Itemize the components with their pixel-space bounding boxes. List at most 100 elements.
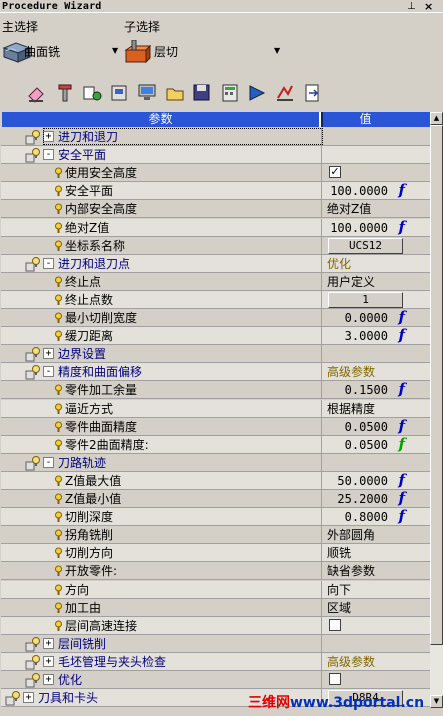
group-row[interactable]: - 安全平面 bbox=[1, 146, 430, 165]
text-value[interactable]: 用户定义 bbox=[327, 274, 375, 290]
formula-icon[interactable]: f bbox=[399, 381, 405, 398]
text-value[interactable]: 向下 bbox=[327, 582, 351, 598]
numeric-value[interactable]: 50.0000 bbox=[337, 473, 388, 489]
param-row[interactable]: 缓刀距离 3.0000 f bbox=[1, 327, 430, 346]
numeric-value[interactable]: 0.1500 bbox=[345, 382, 388, 398]
numeric-value[interactable]: 0.0500 bbox=[345, 419, 388, 435]
text-value[interactable]: 根据精度 bbox=[327, 401, 375, 417]
verify-icon[interactable] bbox=[274, 82, 296, 104]
formula-icon[interactable]: f bbox=[399, 182, 405, 199]
save-icon[interactable] bbox=[191, 82, 213, 104]
close-icon[interactable]: × bbox=[424, 0, 433, 13]
param-row[interactable]: Z值最小值 25.2000 f bbox=[1, 490, 430, 508]
numeric-value[interactable]: 0.0500 bbox=[345, 437, 388, 453]
numeric-value[interactable]: 0.0000 bbox=[345, 310, 388, 326]
param-row[interactable]: 坐标系名称 UCS12 bbox=[1, 236, 430, 255]
param-row[interactable]: 拐角铣削 外部圆角 bbox=[1, 526, 430, 545]
text-value[interactable]: 绝对Z值 bbox=[327, 201, 371, 217]
collapse-icon[interactable]: - bbox=[43, 456, 54, 468]
simulate-icon[interactable] bbox=[246, 82, 268, 104]
group-row[interactable]: + 层间铣削 bbox=[1, 634, 430, 653]
value-button[interactable]: UCS12 bbox=[328, 237, 403, 254]
formula-icon[interactable]: f bbox=[399, 218, 405, 236]
expand-icon[interactable]: + bbox=[43, 348, 54, 360]
numeric-value[interactable]: 0.8000 bbox=[345, 509, 388, 525]
group-row[interactable]: - 进刀和退刀点 优化 bbox=[1, 254, 430, 273]
group-row[interactable]: - 精度和曲面偏移 高级参数 bbox=[1, 363, 430, 382]
text-value[interactable]: 顺铣 bbox=[327, 545, 351, 561]
text-value[interactable]: 缺省参数 bbox=[327, 563, 375, 579]
value-button[interactable]: 1 bbox=[328, 291, 403, 308]
expand-icon[interactable]: + bbox=[43, 131, 54, 142]
scroll-up-icon[interactable]: ▲ bbox=[430, 112, 443, 125]
checkbox[interactable] bbox=[329, 673, 341, 685]
tool-icon[interactable] bbox=[54, 82, 76, 104]
expand-icon[interactable]: + bbox=[43, 655, 54, 667]
numeric-value[interactable]: 100.0000 bbox=[330, 220, 388, 236]
layer-cut-icon bbox=[124, 40, 152, 64]
param-row[interactable]: 切削深度 0.8000 f bbox=[1, 508, 430, 527]
expand-icon[interactable]: + bbox=[43, 637, 54, 649]
open-icon[interactable] bbox=[164, 82, 186, 104]
group-row[interactable]: - 刀路轨迹 bbox=[1, 453, 430, 472]
param-row[interactable]: 绝对Z值 100.0000 f bbox=[1, 218, 430, 237]
wizard-icon[interactable] bbox=[81, 82, 103, 104]
param-row[interactable]: 内部安全高度 绝对Z值 bbox=[1, 200, 430, 219]
param-row[interactable]: 零件加工余量 0.1500 f bbox=[1, 381, 430, 400]
param-row[interactable]: Z值最大值 50.0000 f bbox=[1, 471, 430, 490]
numeric-value[interactable]: 100.0000 bbox=[330, 183, 388, 199]
option-value[interactable]: 高级参数 bbox=[327, 364, 375, 380]
param-row[interactable]: 使用安全高度 ✓ bbox=[1, 164, 430, 183]
display-icon[interactable] bbox=[136, 82, 158, 104]
export-icon[interactable] bbox=[301, 82, 323, 104]
numeric-value[interactable]: 25.2000 bbox=[337, 491, 388, 507]
checkbox[interactable]: ✓ bbox=[329, 166, 341, 179]
param-row[interactable]: 加工由 区域 bbox=[1, 598, 430, 617]
eraser-icon[interactable] bbox=[26, 82, 48, 104]
formula-icon[interactable]: f bbox=[399, 508, 405, 525]
scroll-thumb[interactable] bbox=[430, 125, 443, 645]
text-value[interactable]: 区域 bbox=[327, 600, 351, 616]
option-value[interactable]: 优化 bbox=[327, 256, 351, 272]
param-row[interactable]: 最小切削宽度 0.0000 f bbox=[1, 309, 430, 327]
vertical-scrollbar[interactable]: ▲ ▼ bbox=[430, 112, 443, 708]
param-row[interactable]: 终止点 用户定义 bbox=[1, 272, 430, 291]
param-row[interactable]: 安全平面 100.0000 f bbox=[1, 182, 430, 201]
formula-icon[interactable]: f bbox=[399, 435, 405, 453]
collapse-icon[interactable]: - bbox=[43, 257, 54, 269]
group-row[interactable]: + 优化 bbox=[1, 671, 430, 689]
option-value[interactable]: 高级参数 bbox=[327, 654, 375, 670]
param-row[interactable]: 零件2曲面精度: 0.0500 f bbox=[1, 435, 430, 454]
scroll-down-icon[interactable]: ▼ bbox=[430, 695, 443, 708]
sub-select-dropdown[interactable]: 层切 ▼ bbox=[124, 40, 284, 64]
collapse-icon[interactable]: - bbox=[43, 366, 54, 378]
group-row[interactable]: + 毛坯管理与夹头检查 高级参数 bbox=[1, 652, 430, 671]
pin-icon[interactable]: ⊥ bbox=[407, 0, 416, 13]
param-row[interactable]: 逼近方式 根据精度 bbox=[1, 399, 430, 418]
value-column-header[interactable]: 值 bbox=[323, 112, 408, 127]
expand-icon[interactable]: + bbox=[23, 692, 34, 704]
numeric-value[interactable]: 3.0000 bbox=[345, 328, 388, 344]
calc-icon[interactable] bbox=[219, 82, 241, 104]
param-row[interactable]: 切削方向 顺铣 bbox=[1, 544, 430, 563]
text-value[interactable]: 外部圆角 bbox=[327, 527, 375, 543]
checkbox[interactable] bbox=[329, 618, 341, 631]
stock-icon[interactable] bbox=[109, 82, 131, 104]
collapse-icon[interactable]: - bbox=[43, 149, 54, 161]
formula-icon[interactable]: f bbox=[399, 309, 405, 326]
param-row[interactable]: 开放零件: 缺省参数 bbox=[1, 562, 430, 581]
param-column-header[interactable]: 参数 bbox=[2, 112, 321, 127]
group-row[interactable]: + 进刀和退刀 bbox=[1, 128, 430, 146]
group-row[interactable]: + 边界设置 bbox=[1, 345, 430, 364]
formula-icon[interactable]: f bbox=[399, 327, 405, 344]
param-row[interactable]: 终止点数 1 bbox=[1, 290, 430, 309]
formula-icon[interactable]: f bbox=[399, 490, 405, 507]
formula-icon[interactable]: f bbox=[399, 471, 405, 489]
param-row[interactable]: 方向 向下 bbox=[1, 580, 430, 599]
param-row[interactable]: 零件曲面精度 0.0500 f bbox=[1, 417, 430, 436]
formula-icon[interactable]: f bbox=[399, 417, 405, 435]
param-label: 最小切削宽度 bbox=[65, 311, 138, 325]
param-row[interactable]: 层间高速连接 bbox=[1, 616, 430, 635]
expand-icon[interactable]: + bbox=[43, 674, 54, 685]
main-select-dropdown[interactable]: 曲面铣 ▼ bbox=[2, 40, 120, 64]
